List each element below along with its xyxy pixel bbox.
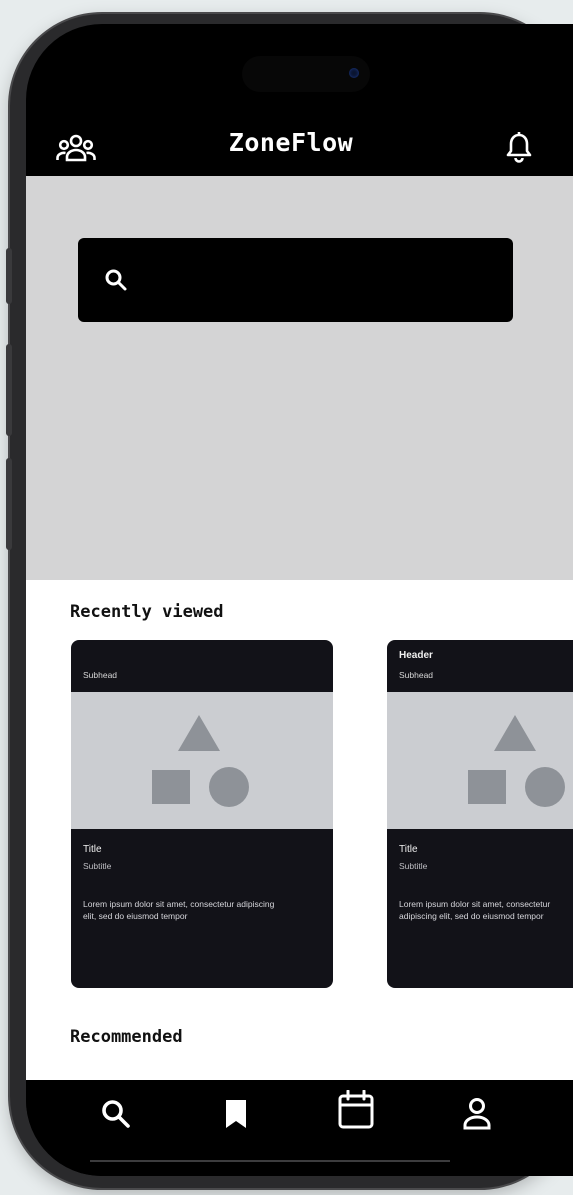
side-button-volume-down: [6, 458, 12, 550]
content-card[interactable]: Header Subhead Title Subtitle Lorem ipsu…: [387, 640, 573, 988]
front-camera: [349, 68, 359, 78]
shapes-illustration: [468, 715, 565, 807]
shapes-illustration: [152, 715, 249, 807]
card-media-placeholder: [71, 692, 333, 829]
triangle-shape: [494, 715, 536, 751]
square-shape: [468, 770, 506, 804]
phone-screen: ZoneFlow Recently viewed Subhead Title S…: [26, 24, 573, 1176]
hero-section: [26, 176, 573, 580]
card-body-text: Lorem ipsum dolor sit amet, consectetur …: [83, 899, 275, 921]
card-subtitle: Subtitle: [83, 861, 112, 871]
card-subhead: Subhead: [83, 670, 118, 680]
search-icon: [104, 268, 128, 292]
app-bar: ZoneFlow: [26, 120, 573, 176]
circle-shape: [525, 767, 565, 807]
nav-bookmark-icon[interactable]: [214, 1092, 258, 1136]
card-title: Title: [399, 844, 418, 855]
card-subtitle: Subtitle: [399, 861, 428, 871]
side-button-volume-up: [6, 344, 12, 436]
section-title-recommended: Recommended: [70, 1027, 183, 1047]
content-card[interactable]: Subhead Title Subtitle Lorem ipsum dolor…: [71, 640, 333, 988]
home-indicator: [90, 1160, 450, 1162]
content-area: Recently viewed Subhead Title Subtitle L…: [26, 580, 573, 1080]
search-input[interactable]: [78, 238, 513, 322]
side-button-action: [6, 248, 12, 304]
nav-person-icon[interactable]: [455, 1092, 499, 1136]
nav-search-icon[interactable]: [94, 1092, 138, 1136]
bell-icon[interactable]: [504, 130, 534, 164]
card-body-text: Lorem ipsum dolor sit amet, consectetur …: [399, 899, 551, 921]
nav-calendar-icon[interactable]: [334, 1088, 378, 1132]
square-shape: [152, 770, 190, 804]
card-media-placeholder: [387, 692, 573, 829]
card-title: Title: [83, 844, 102, 855]
section-title-recently-viewed: Recently viewed: [70, 602, 224, 622]
card-subhead: Subhead: [399, 670, 434, 680]
app-title: ZoneFlow: [228, 128, 354, 157]
triangle-shape: [178, 715, 220, 751]
circle-shape: [209, 767, 249, 807]
card-header: Header: [399, 650, 433, 661]
